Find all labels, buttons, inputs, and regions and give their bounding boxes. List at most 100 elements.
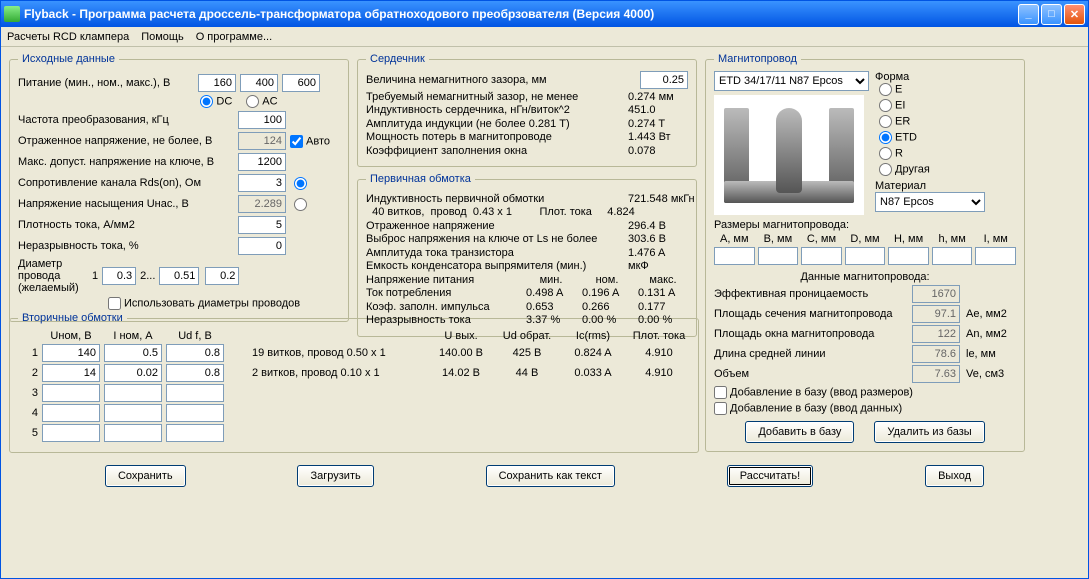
- add-dim-check[interactable]: Добавление в базу (ввод размеров): [714, 386, 913, 399]
- cont-label: Неразрывность тока, %: [18, 240, 238, 252]
- shape-radio-другая[interactable]: Другая: [879, 163, 985, 176]
- dim-input[interactable]: [758, 247, 799, 265]
- secondary-row: 4: [18, 404, 690, 422]
- secondary-group: Вторичные обмотки Uном, В I ном, A Ud f,…: [9, 312, 699, 453]
- sec-i-input[interactable]: [104, 404, 162, 422]
- gap-label: Величина немагнитного зазора, мм: [366, 74, 634, 86]
- freq-input[interactable]: [238, 111, 286, 129]
- minimize-button[interactable]: _: [1018, 4, 1039, 25]
- magneto-legend: Магнитопровод: [714, 53, 801, 65]
- dim-label: Размеры магнитопровода:: [714, 219, 1016, 231]
- menubar: Расчеты RCD клампера Помощь О программе.…: [1, 27, 1088, 47]
- win-input: [912, 325, 960, 343]
- ac-radio[interactable]: AC: [246, 95, 277, 108]
- close-button[interactable]: ✕: [1064, 4, 1085, 25]
- core-legend: Сердечник: [366, 53, 429, 65]
- sec-u-input[interactable]: [42, 404, 100, 422]
- vol-input: [912, 365, 960, 383]
- gap-input[interactable]: [640, 71, 688, 89]
- load-button[interactable]: Загрузить: [297, 465, 373, 487]
- secondary-legend: Вторичные обмотки: [18, 312, 127, 324]
- area-input: [912, 305, 960, 323]
- shape-radio-er[interactable]: ER: [879, 115, 985, 128]
- dim-input[interactable]: [801, 247, 842, 265]
- shape-radio-ei[interactable]: EI: [879, 99, 985, 112]
- usat-label: Напряжение насыщения Uнас., В: [18, 198, 238, 210]
- supply-max-input[interactable]: [282, 74, 320, 92]
- app-icon: [4, 6, 20, 22]
- sec-ud-input[interactable]: [166, 364, 224, 382]
- usat-radio[interactable]: [294, 198, 307, 211]
- diam2-input[interactable]: [159, 267, 199, 285]
- material-select[interactable]: N87 Epcos: [875, 192, 985, 212]
- secondary-row: 119 витков, провод 0.50 x 1140.00 В425 В…: [18, 344, 690, 362]
- sec-i-input[interactable]: [104, 364, 162, 382]
- len-input: [912, 345, 960, 363]
- dim-input[interactable]: [975, 247, 1016, 265]
- shape-radio-e[interactable]: E: [879, 83, 985, 96]
- shape-radio-r[interactable]: R: [879, 147, 985, 160]
- cont-input[interactable]: [238, 237, 286, 255]
- sec-i-input[interactable]: [104, 424, 162, 442]
- exit-button[interactable]: Выход: [925, 465, 984, 487]
- magneto-group: Магнитопровод ETD 34/17/11 N87 Epcos: [705, 53, 1025, 452]
- maximize-button[interactable]: □: [1041, 4, 1062, 25]
- menu-rcd[interactable]: Расчеты RCD клампера: [7, 31, 129, 43]
- secondary-row: 3: [18, 384, 690, 402]
- rds-input[interactable]: [238, 174, 286, 192]
- supply-min-input[interactable]: [198, 74, 236, 92]
- del-db-button[interactable]: Удалить из базы: [874, 421, 984, 443]
- window-title: Flyback - Программа расчета дроссель-тра…: [24, 7, 1018, 21]
- add-data-check[interactable]: Добавление в базу (ввод данных): [714, 402, 902, 415]
- vref-label: Отраженное напряжение, не более, В: [18, 135, 238, 147]
- vmax-input[interactable]: [238, 153, 286, 171]
- diam-label1: Диаметр: [18, 258, 88, 270]
- auto-check[interactable]: Авто: [290, 135, 330, 148]
- sec-u-input[interactable]: [42, 364, 100, 382]
- shape-radio-etd[interactable]: ETD: [879, 131, 985, 144]
- input-legend: Исходные данные: [18, 53, 119, 65]
- dim-input[interactable]: [888, 247, 929, 265]
- dim-input[interactable]: [714, 247, 755, 265]
- sec-ud-input[interactable]: [166, 424, 224, 442]
- diam1-input[interactable]: [102, 267, 136, 285]
- save-button[interactable]: Сохранить: [105, 465, 186, 487]
- jden-input[interactable]: [238, 216, 286, 234]
- sec-ud-input[interactable]: [166, 384, 224, 402]
- sec-ud-input[interactable]: [166, 344, 224, 362]
- core-select[interactable]: ETD 34/17/11 N87 Epcos: [714, 71, 869, 91]
- sec-ud-input[interactable]: [166, 404, 224, 422]
- core-image: [714, 95, 864, 215]
- vref-input: [238, 132, 286, 150]
- secondary-row: 5: [18, 424, 690, 442]
- material-label: Материал: [875, 180, 985, 192]
- titlebar: Flyback - Программа расчета дроссель-тра…: [1, 1, 1088, 27]
- supply-nom-input[interactable]: [240, 74, 278, 92]
- sec-u-input[interactable]: [42, 344, 100, 362]
- sec-u-input[interactable]: [42, 384, 100, 402]
- magdata-label: Данные магнитопровода:: [714, 271, 1016, 283]
- diam3-input[interactable]: [205, 267, 239, 285]
- menu-about[interactable]: О программе...: [196, 31, 272, 43]
- rds-radio[interactable]: [294, 177, 307, 190]
- diam-label2: провода: [18, 270, 88, 282]
- vmax-label: Макс. допуст. напряжение на ключе, В: [18, 156, 238, 168]
- use-diam-check[interactable]: Использовать диаметры проводов: [108, 297, 300, 310]
- usat-input: [238, 195, 286, 213]
- calc-button[interactable]: Рассчитать!: [727, 465, 813, 487]
- jden-label: Плотность тока, А/мм2: [18, 219, 238, 231]
- sec-i-input[interactable]: [104, 384, 162, 402]
- save-text-button[interactable]: Сохранить как текст: [486, 465, 615, 487]
- core-group: Сердечник Величина немагнитного зазора, …: [357, 53, 697, 167]
- dim-input[interactable]: [845, 247, 886, 265]
- menu-help[interactable]: Помощь: [141, 31, 184, 43]
- secondary-row: 22 витков, провод 0.10 x 114.02 В44 В0.0…: [18, 364, 690, 382]
- shape-label: Форма: [875, 71, 985, 83]
- sec-i-input[interactable]: [104, 344, 162, 362]
- dc-radio[interactable]: DC: [200, 95, 232, 108]
- sec-u-input[interactable]: [42, 424, 100, 442]
- diam-label3: (желаемый): [18, 282, 88, 294]
- primary-group: Первичная обмотка Индуктивность первично…: [357, 173, 697, 337]
- add-db-button[interactable]: Добавить в базу: [745, 421, 854, 443]
- dim-input[interactable]: [932, 247, 973, 265]
